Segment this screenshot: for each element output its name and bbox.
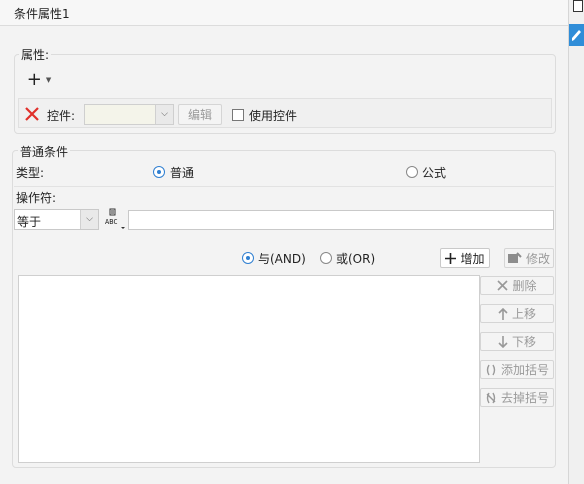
- condition-list[interactable]: [18, 275, 480, 463]
- operator-select-value: 等于: [17, 215, 42, 229]
- delete-icon: [497, 280, 509, 291]
- value-input[interactable]: [128, 210, 554, 230]
- dialog-titlebar: [0, 0, 568, 26]
- modify-icon: [507, 252, 522, 263]
- chevron-down-icon: ⌵: [80, 210, 98, 229]
- move-up-label: 上移: [511, 307, 536, 321]
- use-control-checkbox[interactable]: [232, 109, 244, 121]
- condition-section-label: 普通条件: [18, 143, 71, 160]
- type-formula-label: 公式: [422, 166, 447, 180]
- add-bracket-button[interactable]: 添加括号: [480, 360, 554, 379]
- add-attribute-button[interactable]: + ▼: [24, 70, 54, 90]
- operator-select[interactable]: 等于 ⌵: [14, 209, 99, 230]
- attribute-section-label: 属性:: [19, 46, 52, 63]
- type-divider: [14, 186, 554, 187]
- delete-attribute-icon[interactable]: [24, 106, 40, 122]
- or-radio[interactable]: [320, 252, 332, 264]
- value-type-button[interactable]: ABC: [104, 208, 126, 230]
- control-label: 控件:: [47, 109, 76, 123]
- plus-icon: +: [26, 69, 42, 90]
- move-down-button[interactable]: 下移: [480, 332, 554, 351]
- edit-button[interactable]: 编辑: [178, 104, 222, 125]
- plus-icon: [445, 252, 457, 264]
- modify-condition-button[interactable]: 修改: [504, 248, 554, 268]
- operator-label: 操作符:: [16, 191, 57, 205]
- bracket-icon: [486, 364, 496, 375]
- add-bracket-label: 添加括号: [500, 363, 549, 377]
- type-label: 类型:: [16, 166, 45, 180]
- type-formula-radio[interactable]: [406, 166, 418, 178]
- arrow-up-icon: [498, 307, 508, 320]
- delete-condition-label: 删除: [512, 279, 537, 293]
- or-label: 或(OR): [336, 252, 376, 266]
- pencil-icon[interactable]: [569, 24, 584, 46]
- remove-bracket-icon: [486, 392, 496, 403]
- remove-bracket-button[interactable]: 去掉括号: [480, 388, 554, 407]
- move-down-label: 下移: [511, 335, 536, 349]
- chevron-down-icon: ▼: [45, 76, 52, 84]
- type-normal-radio[interactable]: [153, 166, 165, 178]
- side-rail: [568, 0, 584, 484]
- control-select[interactable]: ⌵: [84, 104, 174, 125]
- arrow-down-icon: [498, 335, 508, 348]
- dialog-title: 条件属性1: [14, 7, 70, 21]
- move-up-button[interactable]: 上移: [480, 304, 554, 323]
- document-icon[interactable]: [573, 0, 583, 12]
- modify-condition-label: 修改: [525, 251, 550, 266]
- add-condition-button[interactable]: 增加: [440, 248, 490, 268]
- and-radio[interactable]: [242, 252, 254, 264]
- add-condition-label: 增加: [460, 251, 485, 266]
- abc-icon-text: ABC: [105, 218, 118, 226]
- use-control-label: 使用控件: [249, 109, 298, 123]
- and-label: 与(AND): [258, 252, 306, 266]
- type-normal-label: 普通: [170, 166, 195, 180]
- remove-bracket-label: 去掉括号: [500, 391, 549, 405]
- chevron-down-icon: ⌵: [155, 105, 173, 124]
- delete-condition-button[interactable]: 删除: [480, 276, 554, 295]
